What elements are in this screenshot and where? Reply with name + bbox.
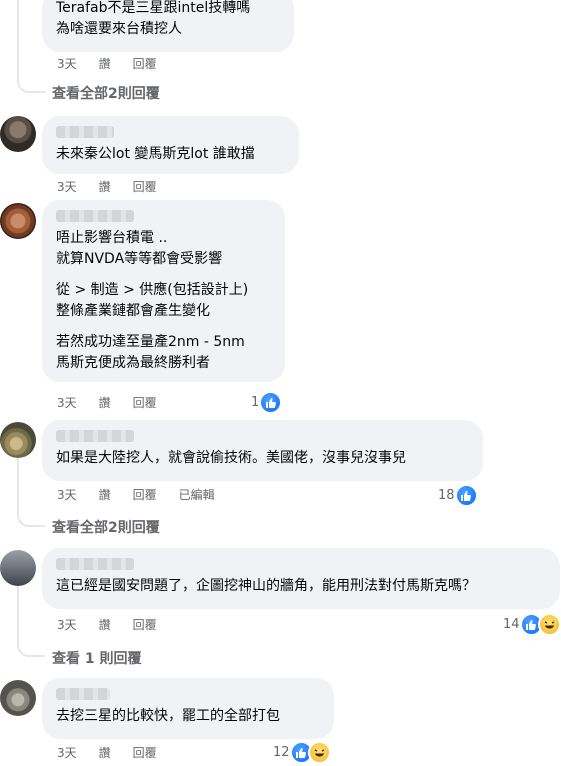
comment-text: 馬斯克便成為最終勝利者 [56, 355, 210, 371]
like-thumb-icon [454, 484, 478, 507]
thread-connector [17, 0, 45, 93]
avatar[interactable] [0, 550, 36, 586]
comment-time[interactable]: 3天 [57, 486, 77, 503]
avatar[interactable] [0, 422, 36, 458]
avatar[interactable] [0, 680, 36, 716]
reaction-count: 1 [251, 395, 260, 410]
comment-text: 為啥還要來台積挖人 [56, 21, 182, 37]
like-action[interactable]: 讚 [99, 178, 111, 195]
comment-time[interactable]: 3天 [57, 394, 77, 411]
haha-emoji-icon [537, 613, 561, 636]
reaction-count: 12 [273, 745, 290, 760]
comment-actions: 3天 讚 回覆 [57, 55, 179, 72]
comment-bubble: 這已經是國安問題了，企圖挖神山的牆角，能用刑法對付馬斯克嗎？ [42, 548, 560, 609]
edited-label: 已編輯 [178, 488, 215, 502]
avatar[interactable] [0, 203, 36, 239]
comment-author-name[interactable] [56, 688, 110, 700]
comment-text: 若然成功達至量產2nm - 5nm [56, 334, 245, 350]
like-action[interactable]: 讚 [99, 744, 111, 761]
comment-bubble: Terafab不是三星跟intel技轉嗎 為啥還要來台積挖人 [42, 0, 294, 52]
comment-text: Terafab不是三星跟intel技轉嗎 [56, 0, 251, 16]
thread-connector [17, 458, 45, 527]
comment-bubble: 唔止影響台積電 .. 就算NVDA等等都會受影響 從 > 制造 > 供應(包括設… [42, 200, 285, 382]
reply-action[interactable]: 回覆 [133, 178, 157, 195]
comment-text: 如果是大陸挖人，就會說偷技術。美國佬，沒事兒沒事兒 [56, 450, 406, 466]
comment-author-name[interactable] [56, 430, 134, 442]
view-replies-link[interactable]: 查看全部2則回覆 [52, 517, 160, 537]
like-action[interactable]: 讚 [99, 394, 111, 411]
avatar[interactable] [0, 116, 36, 152]
reaction-count: 18 [438, 488, 455, 503]
reaction-count: 14 [503, 617, 520, 632]
comment-actions: 3天 讚 回覆 [57, 178, 179, 195]
comment-text: 就算NVDA等等都會受影響 [56, 251, 223, 267]
comment-text: 從 > 制造 > 供應(包括設計上) [56, 282, 249, 298]
reaction-summary[interactable]: 12 [273, 741, 331, 764]
comment-author-name[interactable] [56, 558, 134, 570]
comment-actions: 3天 讚 回覆 [57, 394, 179, 411]
reaction-summary[interactable]: 14 [503, 613, 561, 636]
comment-text: 去挖三星的比較快，罷工的全部打包 [56, 708, 280, 724]
comment-text: 唔止影響台積電 .. [56, 230, 168, 246]
reaction-summary[interactable]: 18 [438, 484, 478, 507]
reaction-summary[interactable]: 1 [251, 391, 283, 414]
reply-action[interactable]: 回覆 [133, 55, 157, 72]
comment-author-name[interactable] [56, 126, 114, 138]
comment-time[interactable]: 3天 [57, 55, 77, 72]
like-action[interactable]: 讚 [99, 486, 111, 503]
comment-actions: 3天 讚 回覆 [57, 616, 179, 633]
comment-text: 未來秦公lot 變馬斯克lot 誰敢擋 [56, 146, 255, 162]
reply-action[interactable]: 回覆 [133, 486, 157, 503]
reply-action[interactable]: 回覆 [133, 744, 157, 761]
like-action[interactable]: 讚 [99, 616, 111, 633]
haha-emoji-icon [307, 741, 331, 764]
comment-time[interactable]: 3天 [57, 178, 77, 195]
comment-author-name[interactable] [56, 210, 134, 222]
comment-bubble: 去挖三星的比較快，罷工的全部打包 [42, 678, 334, 739]
reply-action[interactable]: 回覆 [133, 616, 157, 633]
comment-text: 這已經是國安問題了，企圖挖神山的牆角，能用刑法對付馬斯克嗎？ [56, 578, 476, 594]
reply-action[interactable]: 回覆 [133, 394, 157, 411]
thread-connector [17, 586, 45, 657]
comment-bubble: 如果是大陸挖人，就會說偷技術。美國佬，沒事兒沒事兒 [42, 420, 483, 481]
view-replies-link[interactable]: 查看 1 則回覆 [52, 648, 142, 668]
view-replies-link[interactable]: 查看全部2則回覆 [52, 83, 160, 103]
comment-actions: 3天 讚 回覆 已編輯 [57, 486, 237, 503]
comment-text: 整條產業鏈都會產生變化 [56, 303, 210, 319]
like-thumb-icon [259, 391, 283, 414]
comment-bubble: 未來秦公lot 變馬斯克lot 誰敢擋 [42, 116, 299, 174]
comment-time[interactable]: 3天 [57, 744, 77, 761]
comment-time[interactable]: 3天 [57, 616, 77, 633]
comment-actions: 3天 讚 回覆 [57, 744, 179, 761]
like-action[interactable]: 讚 [99, 55, 111, 72]
